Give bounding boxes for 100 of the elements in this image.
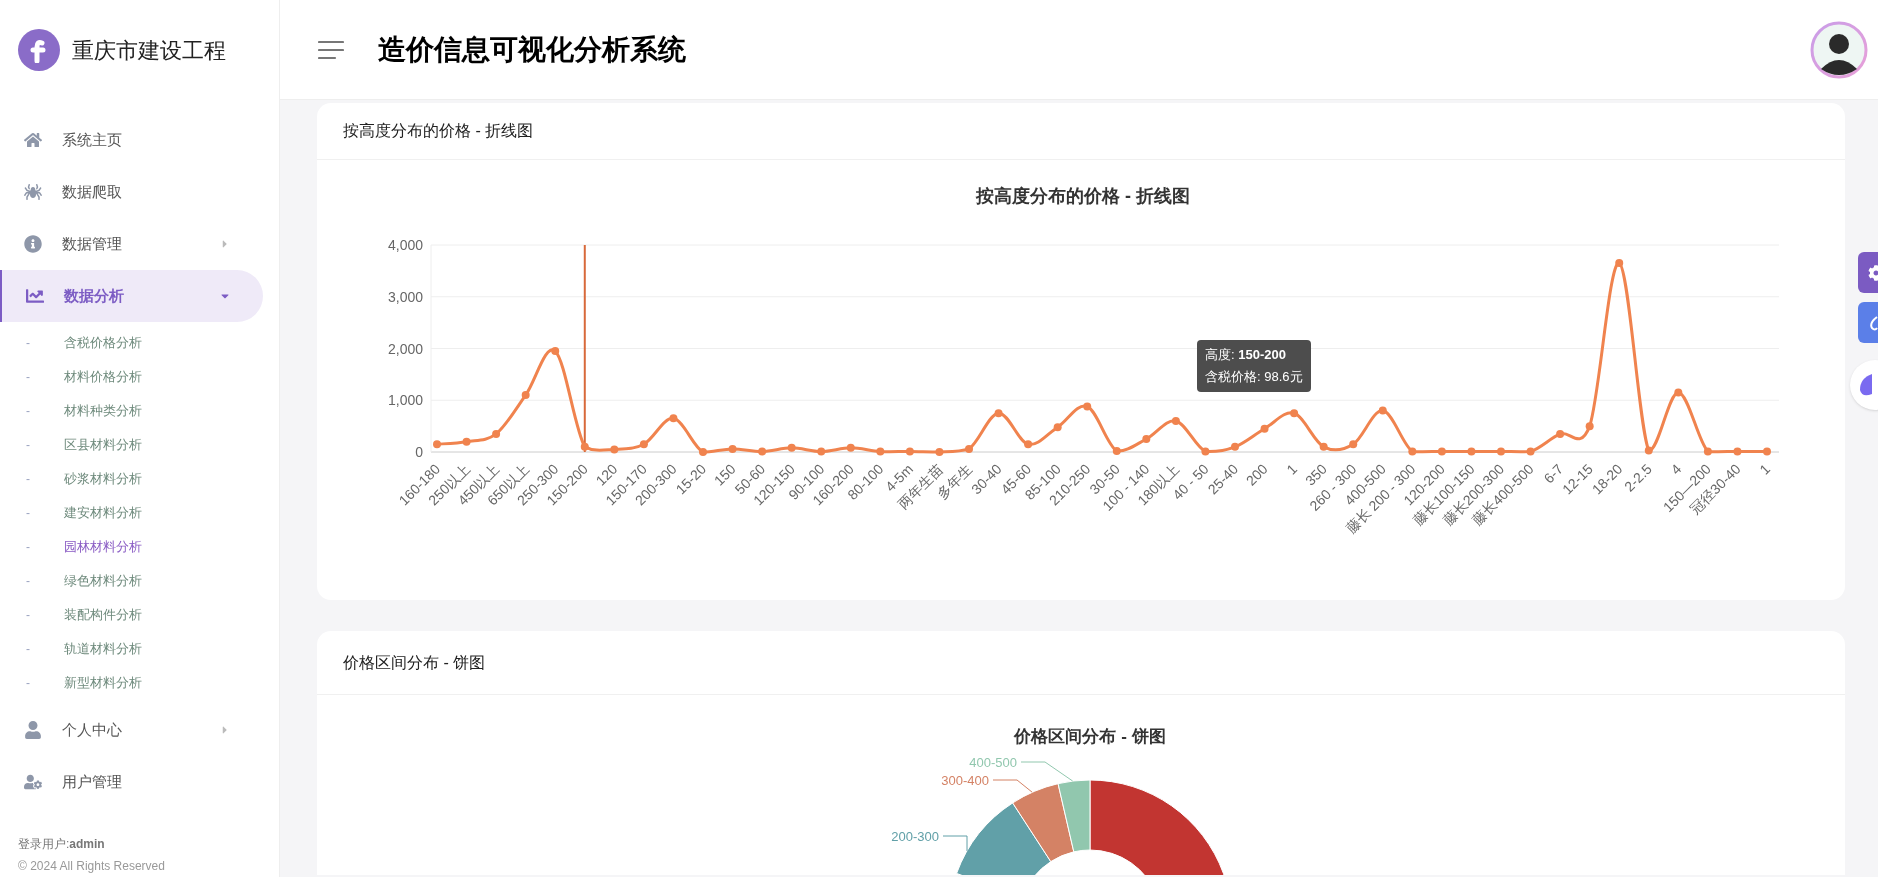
submenu-item[interactable]: 新型材料分析 — [64, 673, 142, 693]
submenu-item[interactable]: 装配构件分析 — [64, 605, 142, 625]
data-point — [669, 414, 678, 423]
avatar[interactable] — [1810, 20, 1868, 79]
menu-icon[interactable] — [318, 39, 344, 60]
data-point — [521, 391, 530, 400]
bullet-dash: - — [26, 607, 31, 623]
data-point — [610, 445, 619, 454]
data-point — [1674, 388, 1683, 397]
drop-icon — [1868, 314, 1878, 331]
data-point — [1644, 446, 1653, 455]
y-tick-label: 0 — [415, 444, 423, 460]
data-point — [1231, 442, 1239, 451]
data-point — [1142, 435, 1151, 444]
bullet-dash: - — [26, 437, 31, 453]
logo-icon — [18, 29, 60, 71]
data-point — [1703, 447, 1712, 456]
data-point — [551, 347, 560, 356]
data-point — [433, 440, 441, 449]
bullet-dash: - — [26, 641, 31, 657]
data-point — [1497, 447, 1505, 456]
leader-line — [942, 835, 968, 852]
data-point — [1171, 416, 1180, 425]
data-point — [1615, 259, 1624, 268]
data-point — [1349, 440, 1358, 449]
data-point — [935, 448, 944, 456]
y-tick-label: 3,000 — [387, 288, 423, 305]
data-point — [876, 447, 885, 456]
data-point — [1083, 402, 1092, 411]
data-point — [1585, 422, 1594, 431]
slice-label: 200-300 — [891, 829, 939, 844]
data-point — [492, 429, 501, 438]
copyright: © 2024 All Rights Reserved — [18, 858, 166, 875]
brand-name: 重庆市建设工程 — [72, 36, 226, 65]
chart-icon — [26, 287, 44, 305]
submenu-item[interactable]: 园林材料分析 — [64, 537, 142, 557]
sidebar-item[interactable]: 数据爬取 — [0, 166, 263, 218]
data-point — [1260, 424, 1269, 433]
user-gear-icon — [24, 773, 42, 791]
data-point — [758, 447, 767, 456]
data-point — [965, 444, 973, 453]
data-point — [905, 447, 914, 456]
data-point — [639, 440, 648, 449]
data-point — [1024, 440, 1033, 449]
bullet-dash: - — [26, 335, 31, 351]
swirl-icon — [1858, 372, 1872, 398]
data-point — [817, 447, 826, 456]
submenu-item[interactable]: 材料种类分析 — [64, 401, 142, 421]
tooltip-value: 含税价格: 98.6元 — [1205, 368, 1303, 386]
data-point — [580, 442, 589, 451]
data-point — [1733, 447, 1742, 456]
submenu-item[interactable]: 轨道材料分析 — [64, 639, 142, 659]
submenu-item[interactable]: 区县材料分析 — [64, 435, 142, 455]
card-heading: 价格区间分布 - 饼图 — [343, 652, 486, 673]
x-tick-label: 350 — [1301, 460, 1330, 489]
bullet-dash: - — [26, 573, 31, 589]
tooltip-title: 高度: 150-200 — [1205, 346, 1287, 364]
x-tick-label: 1 — [1283, 460, 1301, 478]
chart-title: 价格区间分布 - 饼图 — [1014, 727, 1166, 746]
data-point — [994, 409, 1003, 418]
data-point — [1467, 447, 1476, 456]
submenu-item[interactable]: 含税价格分析 — [64, 333, 142, 353]
bullet-dash: - — [26, 675, 31, 691]
data-point — [1378, 406, 1387, 415]
submenu-item[interactable]: 砂浆材料分析 — [64, 469, 142, 489]
bullet-dash: - — [26, 539, 31, 555]
data-point — [462, 437, 471, 446]
login-user: 登录用户:admin — [18, 836, 106, 853]
data-point — [1112, 446, 1121, 455]
theme-button[interactable] — [1858, 302, 1878, 343]
page-title: 造价信息可视化分析系统 — [378, 32, 687, 67]
data-point — [1201, 447, 1210, 456]
sidebar-item[interactable]: 数据管理 — [0, 218, 263, 270]
y-tick-label: 4,000 — [387, 237, 423, 253]
x-tick-label: 1 — [1756, 460, 1774, 478]
data-point — [1290, 409, 1299, 418]
card-heading: 按高度分布的价格 - 折线图 — [343, 121, 534, 141]
y-tick-label: 2,000 — [387, 340, 423, 357]
data-point — [728, 444, 737, 453]
spider-icon — [24, 183, 42, 201]
sidebar-item[interactable]: 系统主页 — [0, 114, 263, 166]
bullet-dash: - — [26, 505, 31, 521]
submenu-item[interactable]: 建安材料分析 — [64, 503, 142, 523]
sidebar-item[interactable]: 数据分析 — [0, 270, 263, 322]
submenu-item[interactable]: 材料价格分析 — [64, 367, 142, 387]
data-point — [1437, 447, 1446, 456]
data-point — [1319, 442, 1328, 451]
info-icon — [24, 235, 42, 253]
home-icon — [24, 131, 42, 149]
bullet-dash: - — [26, 403, 31, 419]
bullet-dash: - — [26, 369, 31, 385]
submenu-item[interactable]: 绿色材料分析 — [64, 571, 142, 591]
data-point — [846, 443, 855, 452]
chart-title: 按高度分布的价格 - 折线图 — [976, 186, 1190, 206]
data-point — [1763, 447, 1771, 456]
settings-button[interactable] — [1858, 252, 1878, 293]
data-point — [1526, 447, 1535, 456]
data-point — [1053, 423, 1062, 432]
sidebar-item[interactable]: 个人中心 — [0, 704, 263, 756]
sidebar-item[interactable]: 用户管理 — [0, 756, 263, 808]
